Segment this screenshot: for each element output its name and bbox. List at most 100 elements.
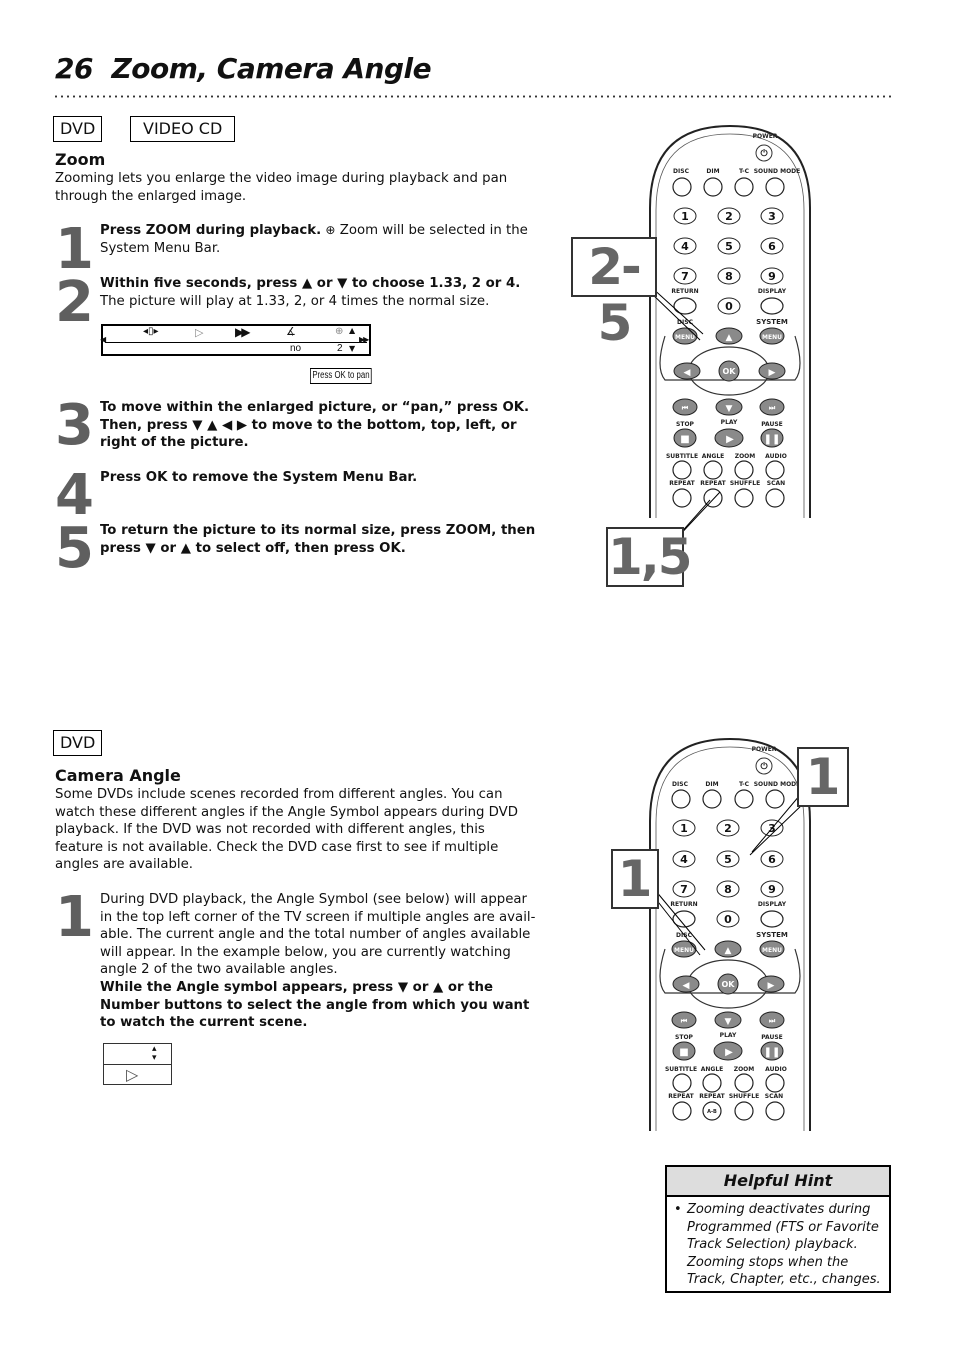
- repeat-ab-label: REPEAT: [699, 1093, 725, 1100]
- down-arrow-icon: ▼: [349, 344, 356, 353]
- audio-button[interactable]: [765, 1073, 785, 1093]
- fast-forward-icon: ▶▶: [235, 325, 251, 339]
- number-button-1[interactable]: 1: [681, 210, 689, 223]
- zoom-step-3: To move within the enlarged picture, or …: [100, 399, 540, 452]
- repeat-button[interactable]: [672, 1101, 692, 1121]
- angle-icon: ▷: [126, 1065, 139, 1084]
- pause-label: PAUSE: [761, 1034, 783, 1041]
- page-title-text: Zoom, Camera Angle: [111, 52, 432, 85]
- down-arrow-icon: ▼: [725, 1017, 732, 1027]
- callout-steps-1-5: 1,5: [606, 527, 693, 587]
- zoom-button[interactable]: [734, 1073, 754, 1093]
- callout-steps-2-5: 2-5: [571, 237, 657, 351]
- shuffle-button[interactable]: [734, 1101, 754, 1121]
- dvd-badge: DVD: [53, 116, 103, 142]
- play-icon: ▶: [725, 1047, 733, 1058]
- audio-button[interactable]: [765, 460, 785, 480]
- step-number: 5: [55, 516, 94, 581]
- step-bold: To return the picture to its normal size…: [100, 523, 536, 556]
- zoom-heading: Zoom: [55, 150, 106, 169]
- audio-label: AUDIO: [765, 453, 787, 460]
- scan-label: SCAN: [767, 480, 785, 487]
- step-number: 2: [55, 270, 94, 335]
- callout-step-1-left: 1: [611, 849, 659, 909]
- zoom-value: 2: [337, 343, 343, 354]
- subtitle-button[interactable]: [672, 1073, 692, 1093]
- page-title: 26 Zoom, Camera Angle: [55, 52, 432, 85]
- zoom-magnifier-icon: ⊕: [325, 223, 336, 237]
- menu-bar-line: [105, 342, 367, 343]
- number-button-3[interactable]: 3: [768, 210, 776, 223]
- bullet-icon: •: [674, 1202, 682, 1217]
- helpful-hint-box: Helpful Hint • Zooming deactivates durin…: [665, 1165, 891, 1293]
- number-button-6[interactable]: 6: [768, 240, 776, 253]
- display-button[interactable]: [760, 297, 784, 315]
- page-number: 26: [55, 52, 93, 85]
- zoom-label: ZOOM: [734, 1066, 755, 1073]
- step-text: During DVD playback, the Angle Symbol (s…: [100, 892, 536, 978]
- zoom-step-4: Press OK to remove the System Menu Bar.: [100, 469, 540, 487]
- step-bold: Press ZOOM during playback.: [100, 223, 322, 238]
- system-menu-bar: ◀ ◂▯▸ ▷ ▶▶ ∡ ⊕ ▲ no 2 ▼ ▶▶: [100, 324, 371, 356]
- play-label: PLAY: [720, 1032, 737, 1039]
- right-arrow-icon: ▶: [769, 368, 776, 378]
- step-bold: Press OK to remove the System Menu Bar.: [100, 470, 418, 485]
- right-arrow-icon: ▶▶: [359, 335, 369, 344]
- helpful-hint-body: • Zooming deactivates during Programmed …: [667, 1197, 889, 1289]
- step-bold: To move within the enlarged picture, or …: [100, 400, 530, 451]
- repeat-label: REPEAT: [668, 1093, 694, 1100]
- rewind-icon: ⏮: [681, 1017, 688, 1025]
- scan-button[interactable]: [765, 488, 785, 508]
- menu-text: MENU: [762, 334, 782, 341]
- stop-icon: ■: [679, 1047, 688, 1058]
- left-arrow-icon: ◀: [100, 335, 107, 344]
- angle-label: ANGLE: [701, 1066, 724, 1073]
- dim-label: DIM: [706, 168, 719, 175]
- zoom-magnifier-icon: ⊕: [335, 326, 344, 337]
- sound-mode-button[interactable]: [765, 177, 785, 197]
- stop-label: STOP: [675, 1034, 694, 1041]
- system-label: SYSTEM: [756, 318, 788, 326]
- zoom-step-1: Press ZOOM during playback. ⊕ Zoom will …: [100, 222, 540, 257]
- forward-icon: ⏭: [769, 1017, 776, 1025]
- dotted-divider: [53, 95, 893, 98]
- zoom-step-2: Within five seconds, press ▲ or ▼ to cho…: [100, 275, 540, 310]
- dim-button[interactable]: [703, 177, 723, 197]
- step-text: The picture will play at 1.33, 2, or 4 t…: [100, 293, 490, 309]
- tc-label: T-C: [739, 168, 750, 175]
- audio-label: AUDIO: [765, 1066, 787, 1073]
- scan-button[interactable]: [765, 1101, 785, 1121]
- display-label: DISPLAY: [758, 288, 787, 295]
- step-number: 1: [55, 885, 94, 950]
- helpful-hint-title: Helpful Hint: [667, 1167, 889, 1197]
- power-label: POWER: [753, 133, 778, 140]
- subtitle-label: SUBTITLE: [665, 1066, 697, 1073]
- up-arrow-icon: ▲: [349, 326, 356, 335]
- number-button-2[interactable]: 2: [725, 210, 733, 223]
- angle-value: no: [290, 343, 302, 354]
- number-button-9[interactable]: 9: [768, 270, 776, 283]
- power-icon: ⏻: [760, 148, 768, 159]
- ab-text: A-B: [707, 1109, 717, 1115]
- helpful-hint-text: Zooming deactivates during Programmed (F…: [687, 1202, 881, 1288]
- callout-step-1-right: 1: [797, 747, 849, 807]
- disc-button[interactable]: [672, 177, 692, 197]
- press-ok-to-pan-label: Press OK to pan: [310, 368, 372, 384]
- up-down-arrow-icon: ▴ ▾: [152, 1044, 157, 1063]
- pause-icon: ❚❚: [764, 434, 781, 445]
- scan-label: SCAN: [765, 1093, 783, 1100]
- forward-icon: ⏭: [769, 404, 776, 412]
- camera-angle-heading: Camera Angle: [55, 766, 181, 785]
- tc-button[interactable]: [734, 177, 754, 197]
- sound-mode-label: SOUND MODE: [754, 168, 801, 175]
- angle-button[interactable]: [702, 1073, 722, 1093]
- chapter-icon: ◂▯▸: [143, 326, 159, 337]
- left-arrow-icon: ◀: [683, 981, 690, 991]
- zoom-step-5: To return the picture to its normal size…: [100, 522, 540, 557]
- step-number: 3: [55, 393, 94, 458]
- pause-label: PAUSE: [761, 421, 783, 428]
- shuffle-label: SHUFFLE: [729, 1093, 759, 1100]
- video-cd-badge: VIDEO CD: [130, 116, 236, 142]
- dvd-badge: DVD: [53, 730, 103, 756]
- step-bold: Within five seconds, press ▲ or ▼ to cho…: [100, 276, 521, 291]
